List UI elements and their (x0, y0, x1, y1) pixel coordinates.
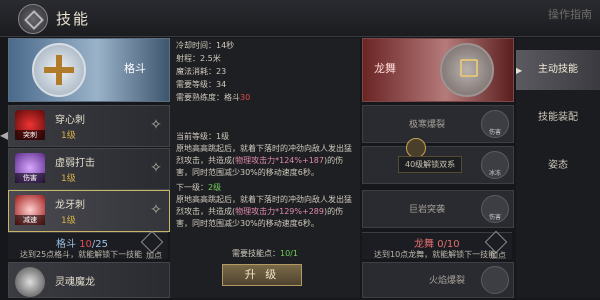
skill-name: 虚弱打击 (55, 158, 95, 169)
soul-dragon-skill-icon (15, 267, 45, 297)
dragon-dance-points: 龙舞 0/10 (414, 235, 460, 250)
cooldown-text: 冷却时间：14秒 (176, 41, 235, 50)
class-label-fighting: 格斗 (124, 62, 146, 75)
freeze-skill-icon: 冰冻 (481, 151, 509, 179)
current-desc-line2: 烈攻击，共造成(物理攻击力*124%+187)的伤 (176, 155, 343, 166)
desc-text: 烈攻击，共造成( (176, 156, 236, 165)
flame-burst-skill-icon (481, 266, 509, 294)
skill-tag: 突刺 (15, 130, 45, 140)
skill-add-icon[interactable]: ✧ (149, 118, 163, 132)
lock-icon (460, 59, 478, 77)
class-label-dragon-dance: 龙舞 (374, 62, 396, 75)
desc-text: )的伤 (323, 156, 344, 165)
current-desc-line3: 害，同时范围减少30%的移动速度6秒。 (176, 168, 319, 177)
skill-item-piercing-heart[interactable]: 突刺 穿心刺 1级 ✧ (8, 105, 170, 147)
active-tab-arrow-icon: ▶ (516, 66, 523, 75)
skill-points-needed: 需要技能点：10/1 (232, 248, 298, 259)
fighting-class-emblem-icon (32, 43, 86, 97)
tab-stance[interactable]: 姿态 (516, 146, 600, 186)
current-level-label: 当前等级： (176, 132, 216, 141)
top-right-label: 操作指南 (548, 8, 592, 21)
skill-name: 火焰爆裂 (429, 276, 466, 286)
cross-icon-v (56, 55, 62, 85)
dragon-dance-add-point-label[interactable]: 加点 (490, 250, 506, 261)
desc-text: 烈攻击，共造成( (176, 207, 236, 216)
skill-name: 极寒爆裂 (409, 120, 446, 130)
weakening-strike-skill-icon: 伤害 (15, 153, 45, 183)
skill-level: 1级 (61, 174, 76, 184)
skill-emblem-icon (18, 4, 48, 34)
skill-add-icon[interactable]: ✧ (149, 161, 163, 175)
range-text: 射程：2.5米 (176, 54, 221, 63)
tab-active-skills[interactable]: 主动技能 (516, 50, 600, 90)
skill-item-dragon-fang[interactable]: 减速 龙牙刺 1级 ✧ (8, 190, 170, 232)
skill-tag: 伤害 (488, 129, 501, 136)
skill-tag: 减速 (15, 215, 45, 225)
dragon-dance-unlock-hint: 达到10点龙舞，就能解锁下一技能 (374, 250, 497, 259)
proficiency-text: 需要熟练度：格斗30 (176, 92, 250, 103)
skill-level: 1级 (61, 131, 76, 141)
piercing-heart-skill-icon: 突刺 (15, 110, 45, 140)
skill-name: 巨岩突袭 (409, 205, 446, 215)
next-level: 下一级：2级 (176, 182, 221, 193)
dragon-fang-skill-icon: 减速 (15, 195, 45, 225)
skill-level: 1级 (61, 216, 76, 226)
fighting-add-point-label[interactable]: 加点 (146, 250, 162, 261)
current-level: 当前等级：1级 (176, 131, 229, 142)
fighting-unlock-hint: 达到25点格斗，就能解锁下一技能 (20, 250, 143, 259)
proficiency-value: 30 (240, 93, 251, 102)
boulder-assault-skill-icon: 伤害 (481, 195, 509, 223)
page-title: 技能 (56, 10, 91, 28)
extreme-cold-burst-skill-icon: 伤害 (481, 110, 509, 138)
current-desc-line1: 原地高高跳起后，就着下落时的冲劲向敌人发出猛 (176, 144, 352, 153)
fighting-points: 格斗 10/25 (56, 235, 108, 250)
next-level-label: 下一级： (176, 183, 208, 192)
mana-text: 魔法消耗：23 (176, 67, 227, 76)
current-level-value: 1级 (216, 132, 230, 141)
skill-points-value: 10/1 (280, 249, 298, 258)
skill-name: 灵魂魔龙 (55, 277, 95, 288)
next-desc-line3: 害，同时范围减少30%的移动速度6秒。 (176, 219, 319, 228)
skill-name: 龙牙刺 (55, 200, 85, 211)
skill-item-weakening-strike[interactable]: 伤害 虚弱打击 1级 ✧ (8, 148, 170, 190)
skill-tag: 冰冻 (488, 170, 501, 177)
next-desc-line2: 烈攻击，共造成(物理攻击力*129%+289)的伤 (176, 206, 343, 217)
skill-item-extreme-cold-burst[interactable]: 极寒爆裂 伤害 (362, 105, 514, 143)
skill-item-soul-dragon[interactable]: 灵魂魔龙 (8, 262, 170, 298)
proficiency-label: 需要熟练度：格斗 (176, 93, 240, 102)
skill-item-boulder-assault[interactable]: 巨岩突袭 伤害 (362, 190, 514, 228)
damage-formula: 物理攻击力*129%+289 (235, 207, 324, 216)
skill-item-flame-burst[interactable]: 火焰爆裂 (362, 262, 514, 298)
skill-add-icon[interactable]: ✧ (149, 203, 163, 217)
skill-tag: 伤害 (488, 214, 501, 221)
dual-class-lock-icon (406, 138, 426, 158)
skill-name: 穿心刺 (55, 115, 85, 126)
next-desc-line1: 原地高高跳起后，就着下落时的冲劲向敌人发出猛 (176, 195, 352, 204)
req-level-text: 需要等级：34 (176, 80, 227, 89)
tab-skill-equip[interactable]: 技能装配 (516, 98, 600, 138)
damage-formula: 物理攻击力*124%+187 (235, 156, 324, 165)
desc-text: )的伤 (323, 207, 344, 216)
dual-class-unlock-hint: 40级解锁双系 (398, 156, 463, 173)
skill-points-label: 需要技能点： (232, 249, 280, 258)
dragon-dance-class-emblem-icon (440, 43, 494, 97)
upgrade-button[interactable]: 升 级 (222, 264, 302, 286)
next-level-value: 2级 (208, 183, 222, 192)
skill-tag: 伤害 (15, 173, 45, 183)
